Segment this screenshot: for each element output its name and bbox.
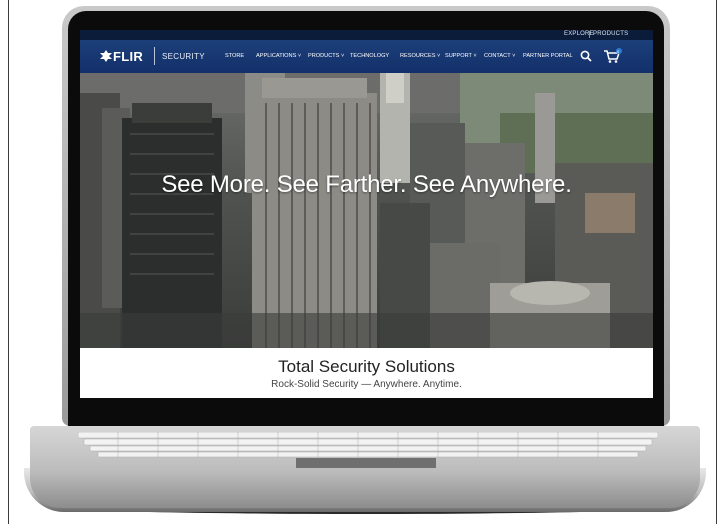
nav-technology[interactable]: TECHNOLOGY bbox=[350, 53, 389, 59]
nav-support[interactable]: SUPPORT ˅ bbox=[445, 53, 477, 59]
flir-logo-icon bbox=[100, 50, 112, 62]
hero-city-image bbox=[80, 73, 653, 348]
brand-logo[interactable]: FLIR bbox=[113, 49, 143, 64]
nav-applications[interactable]: APPLICATIONS ˅ bbox=[256, 53, 301, 59]
utility-divider bbox=[589, 31, 590, 38]
hero-banner: See More. See Farther. See Anywhere. bbox=[80, 73, 653, 348]
search-icon[interactable] bbox=[580, 50, 592, 62]
laptop-trackpad bbox=[296, 458, 436, 468]
laptop-keyboard bbox=[78, 432, 658, 458]
nav-store[interactable]: STORE bbox=[225, 53, 244, 59]
logo-divider bbox=[154, 47, 155, 65]
promo-title: Total Security Solutions bbox=[278, 357, 455, 376]
frame-left-border bbox=[8, 0, 9, 524]
nav-resources[interactable]: RESOURCES ˅ bbox=[400, 53, 440, 59]
frame-right-border bbox=[716, 0, 717, 524]
hero-headline: See More. See Farther. See Anywhere. bbox=[161, 171, 572, 198]
cart-count-badge: 0 bbox=[617, 49, 620, 54]
nav-contact[interactable]: CONTACT ˅ bbox=[484, 53, 515, 59]
utility-bar: EXPLORE PRODUCTS bbox=[80, 30, 653, 40]
products-utility-link[interactable]: PRODUCTS bbox=[593, 31, 628, 37]
laptop-screen: EXPLORE PRODUCTS FLIR SECURITY STORE APP… bbox=[80, 30, 653, 398]
laptop-bottom-bezel bbox=[68, 398, 664, 426]
nav-partner-portal[interactable]: PARTNER PORTAL bbox=[523, 53, 573, 59]
main-navigation: FLIR SECURITY STORE APPLICATIONS ˅ PRODU… bbox=[80, 40, 653, 73]
promo-subtitle: Rock-Solid Security — Anywhere. Anytime. bbox=[271, 379, 462, 390]
brand-division: SECURITY bbox=[162, 52, 205, 61]
cart-icon[interactable] bbox=[603, 48, 623, 64]
nav-products[interactable]: PRODUCTS ˅ bbox=[308, 53, 344, 59]
